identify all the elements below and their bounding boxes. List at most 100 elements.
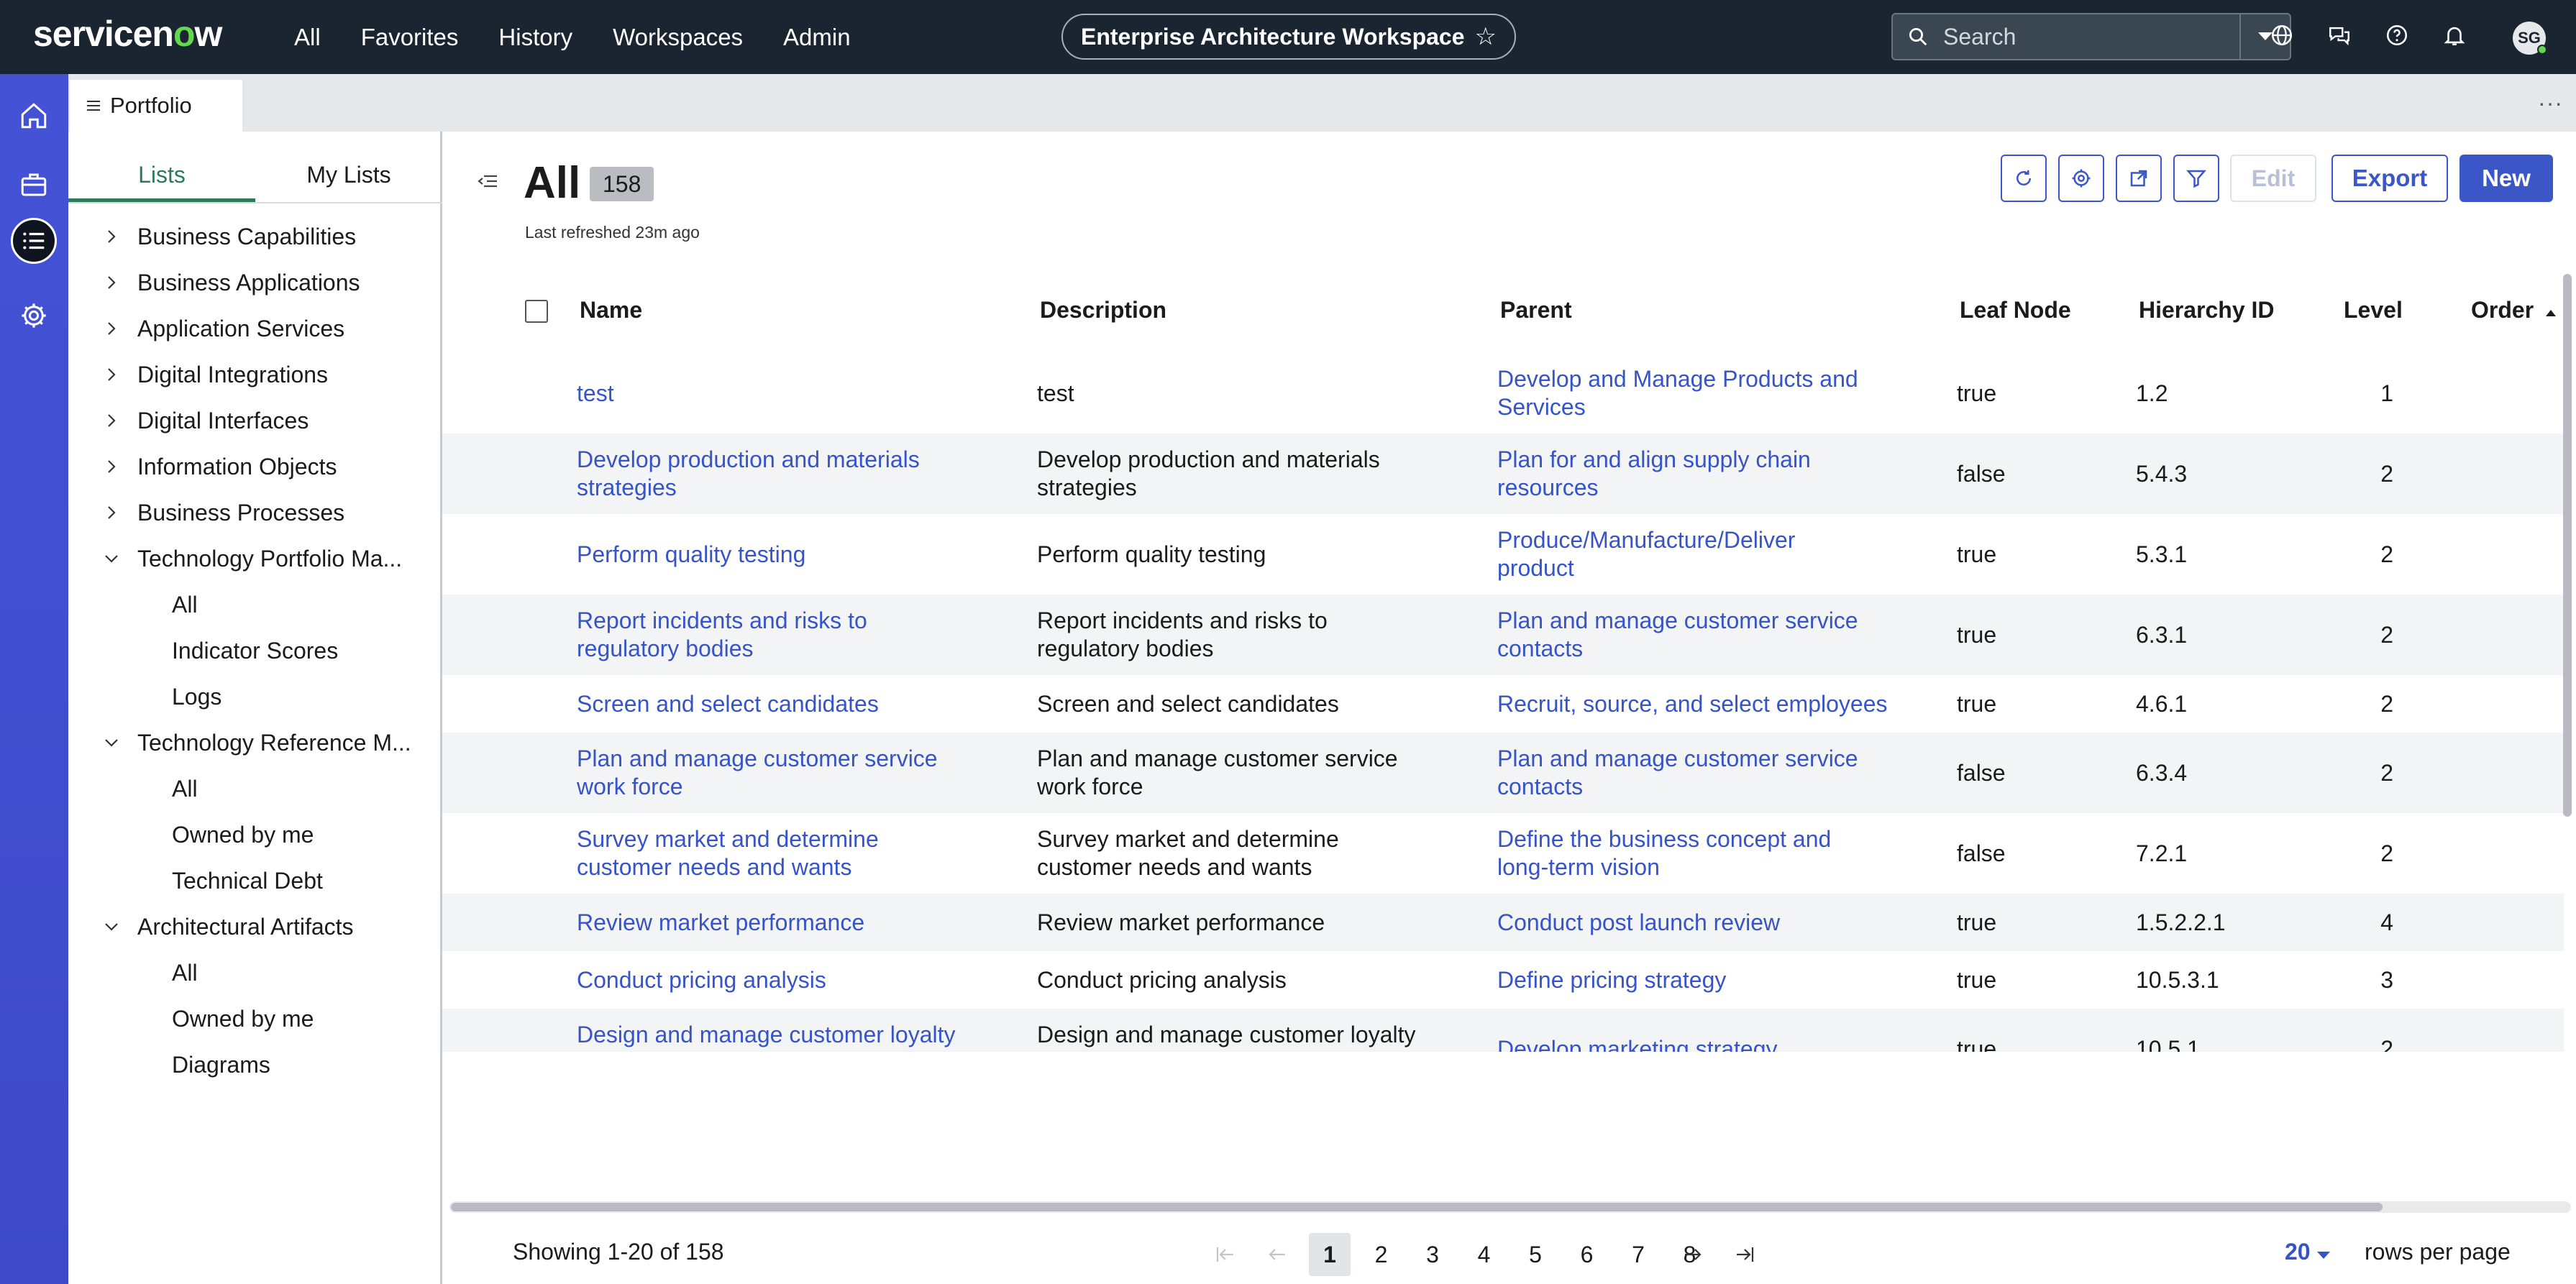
settings-gear-icon[interactable] [11, 293, 57, 339]
tree-category[interactable]: Technology Portfolio Ma... [105, 546, 402, 572]
servicenow-logo[interactable]: servicenow [33, 13, 222, 55]
name-cell[interactable]: Screen and select candidates [577, 690, 879, 718]
global-search[interactable]: Search [1891, 13, 2291, 60]
table-row[interactable]: Survey market and determine customer need… [442, 813, 2564, 894]
column-header-level[interactable]: Level [2344, 297, 2403, 324]
chevron-right-icon[interactable] [103, 504, 120, 521]
previous-page-icon[interactable] [1256, 1233, 1298, 1276]
parent-cell[interactable]: Define pricing strategy [1497, 966, 1726, 994]
chevron-right-icon[interactable] [103, 412, 120, 429]
select-all-checkbox[interactable] [525, 300, 548, 323]
last-page-icon[interactable] [1724, 1233, 1766, 1276]
star-icon[interactable]: ☆ [1475, 22, 1497, 51]
tree-category[interactable]: Business Processes [108, 500, 344, 526]
page-number-button[interactable]: 3 [1412, 1233, 1453, 1276]
name-cell[interactable]: Plan and manage customer service work for… [577, 745, 938, 801]
vertical-scrollbar[interactable] [2562, 274, 2573, 1201]
export-button[interactable]: Export [2331, 155, 2448, 202]
list-icon[interactable] [11, 218, 57, 264]
table-row[interactable]: Report incidents and risks to regulatory … [442, 595, 2564, 675]
tree-list-item[interactable]: Technical Debt [172, 868, 323, 894]
parent-cell[interactable]: Plan and manage customer service contacts [1497, 607, 1858, 663]
parent-cell[interactable]: Plan for and align supply chain resources [1497, 446, 1811, 502]
page-number-button[interactable]: 2 [1361, 1233, 1402, 1276]
chevron-right-icon[interactable] [103, 366, 120, 383]
page-number-button[interactable]: 1 [1309, 1233, 1351, 1276]
parent-cell[interactable]: Conduct post launch review [1497, 909, 1780, 937]
tree-list-item[interactable]: All [172, 592, 198, 618]
table-row[interactable]: Develop production and materials strategi… [442, 434, 2564, 514]
tree-category[interactable]: Digital Integrations [108, 362, 328, 388]
parent-cell[interactable]: Develop marketing strategy [1497, 1035, 1778, 1053]
tab-my-lists[interactable]: My Lists [255, 153, 442, 202]
column-header-parent[interactable]: Parent [1500, 297, 1572, 324]
help-icon[interactable] [2385, 23, 2413, 52]
chevron-down-icon[interactable] [103, 550, 120, 567]
chevron-right-icon[interactable] [103, 320, 120, 337]
chevron-down-icon[interactable] [103, 918, 120, 935]
tree-list-item[interactable]: Indicator Scores [172, 638, 338, 664]
table-row[interactable]: Perform quality testing Perform quality t… [442, 514, 2564, 595]
name-cell[interactable]: Report incidents and risks to regulatory … [577, 607, 867, 663]
table-row[interactable]: Design and manage customer loyalty progra… [442, 1009, 2564, 1052]
chevron-right-icon[interactable] [103, 458, 120, 475]
nav-link-favorites[interactable]: Favorites [361, 24, 459, 51]
bell-icon[interactable] [2442, 23, 2471, 52]
tab-lists[interactable]: Lists [68, 153, 255, 202]
more-options-icon[interactable]: ··· [2538, 90, 2563, 116]
page-number-button[interactable]: 6 [1566, 1233, 1608, 1276]
filter-button[interactable] [2173, 155, 2219, 202]
tree-list-item[interactable]: Owned by me [172, 822, 314, 848]
next-page-icon[interactable] [1672, 1233, 1714, 1276]
table-row[interactable]: Plan and manage customer service work for… [442, 733, 2564, 813]
name-cell[interactable]: test [577, 380, 614, 408]
name-cell[interactable]: Conduct pricing analysis [577, 966, 826, 994]
page-number-button[interactable]: 5 [1515, 1233, 1556, 1276]
chevron-right-icon[interactable] [103, 228, 120, 245]
name-cell[interactable]: Review market performance [577, 909, 864, 937]
nav-link-all[interactable]: All [294, 24, 321, 51]
tree-list-item[interactable]: All [172, 960, 198, 986]
tree-list-item[interactable]: Owned by me [172, 1006, 314, 1032]
tree-list-item[interactable]: All [172, 776, 198, 802]
column-header-leaf-node[interactable]: Leaf Node [1960, 297, 2071, 324]
nav-link-admin[interactable]: Admin [783, 24, 851, 51]
collapse-panel-icon[interactable] [477, 172, 498, 194]
parent-cell[interactable]: Plan and manage customer service contacts [1497, 745, 1858, 801]
tree-category[interactable]: Digital Interfaces [108, 408, 309, 434]
column-header-order[interactable]: Order [2471, 297, 2557, 324]
tree-category[interactable]: Architectural Artifacts [105, 914, 354, 940]
edit-button[interactable]: Edit [2230, 155, 2316, 202]
briefcase-icon[interactable] [11, 162, 57, 208]
nav-link-history[interactable]: History [498, 24, 572, 51]
name-cell[interactable]: Perform quality testing [577, 541, 805, 569]
tree-category[interactable]: Information Objects [108, 454, 337, 480]
tree-list-item[interactable]: Diagrams [172, 1052, 270, 1078]
nav-link-workspaces[interactable]: Workspaces [613, 24, 743, 51]
new-button[interactable]: New [2459, 155, 2553, 202]
user-avatar[interactable]: SG [2513, 22, 2547, 55]
open-new-window-button[interactable] [2116, 155, 2162, 202]
workspace-selector[interactable]: Enterprise Architecture Workspace ☆ [1061, 14, 1516, 60]
tree-category[interactable]: Technology Reference M... [105, 730, 411, 756]
parent-cell[interactable]: Develop and Manage Products and Services [1497, 365, 1858, 421]
chat-icon[interactable] [2327, 23, 2356, 52]
vertical-scroll-thumb[interactable] [2563, 274, 2572, 817]
list-settings-button[interactable] [2058, 155, 2104, 202]
column-header-name[interactable]: Name [580, 297, 642, 324]
search-input[interactable]: Search [1943, 24, 2239, 50]
tree-category[interactable]: Application Services [108, 316, 344, 342]
tree-category[interactable]: Business Capabilities [108, 224, 356, 250]
table-row[interactable]: Conduct pricing analysis Conduct pricing … [442, 951, 2564, 1009]
name-cell[interactable]: Design and manage customer loyalty progra… [577, 1021, 956, 1052]
table-row[interactable]: Screen and select candidates Screen and s… [442, 675, 2564, 733]
home-icon[interactable] [11, 93, 57, 139]
horizontal-scroll-thumb[interactable] [451, 1203, 2383, 1211]
page-number-button[interactable]: 7 [1617, 1233, 1659, 1276]
tree-category[interactable]: Business Applications [108, 270, 360, 296]
tree-list-item[interactable]: Logs [172, 684, 221, 710]
chevron-down-icon[interactable] [103, 734, 120, 751]
page-number-button[interactable]: 4 [1463, 1233, 1505, 1276]
chevron-right-icon[interactable] [103, 274, 120, 291]
horizontal-scrollbar[interactable] [449, 1201, 2571, 1213]
